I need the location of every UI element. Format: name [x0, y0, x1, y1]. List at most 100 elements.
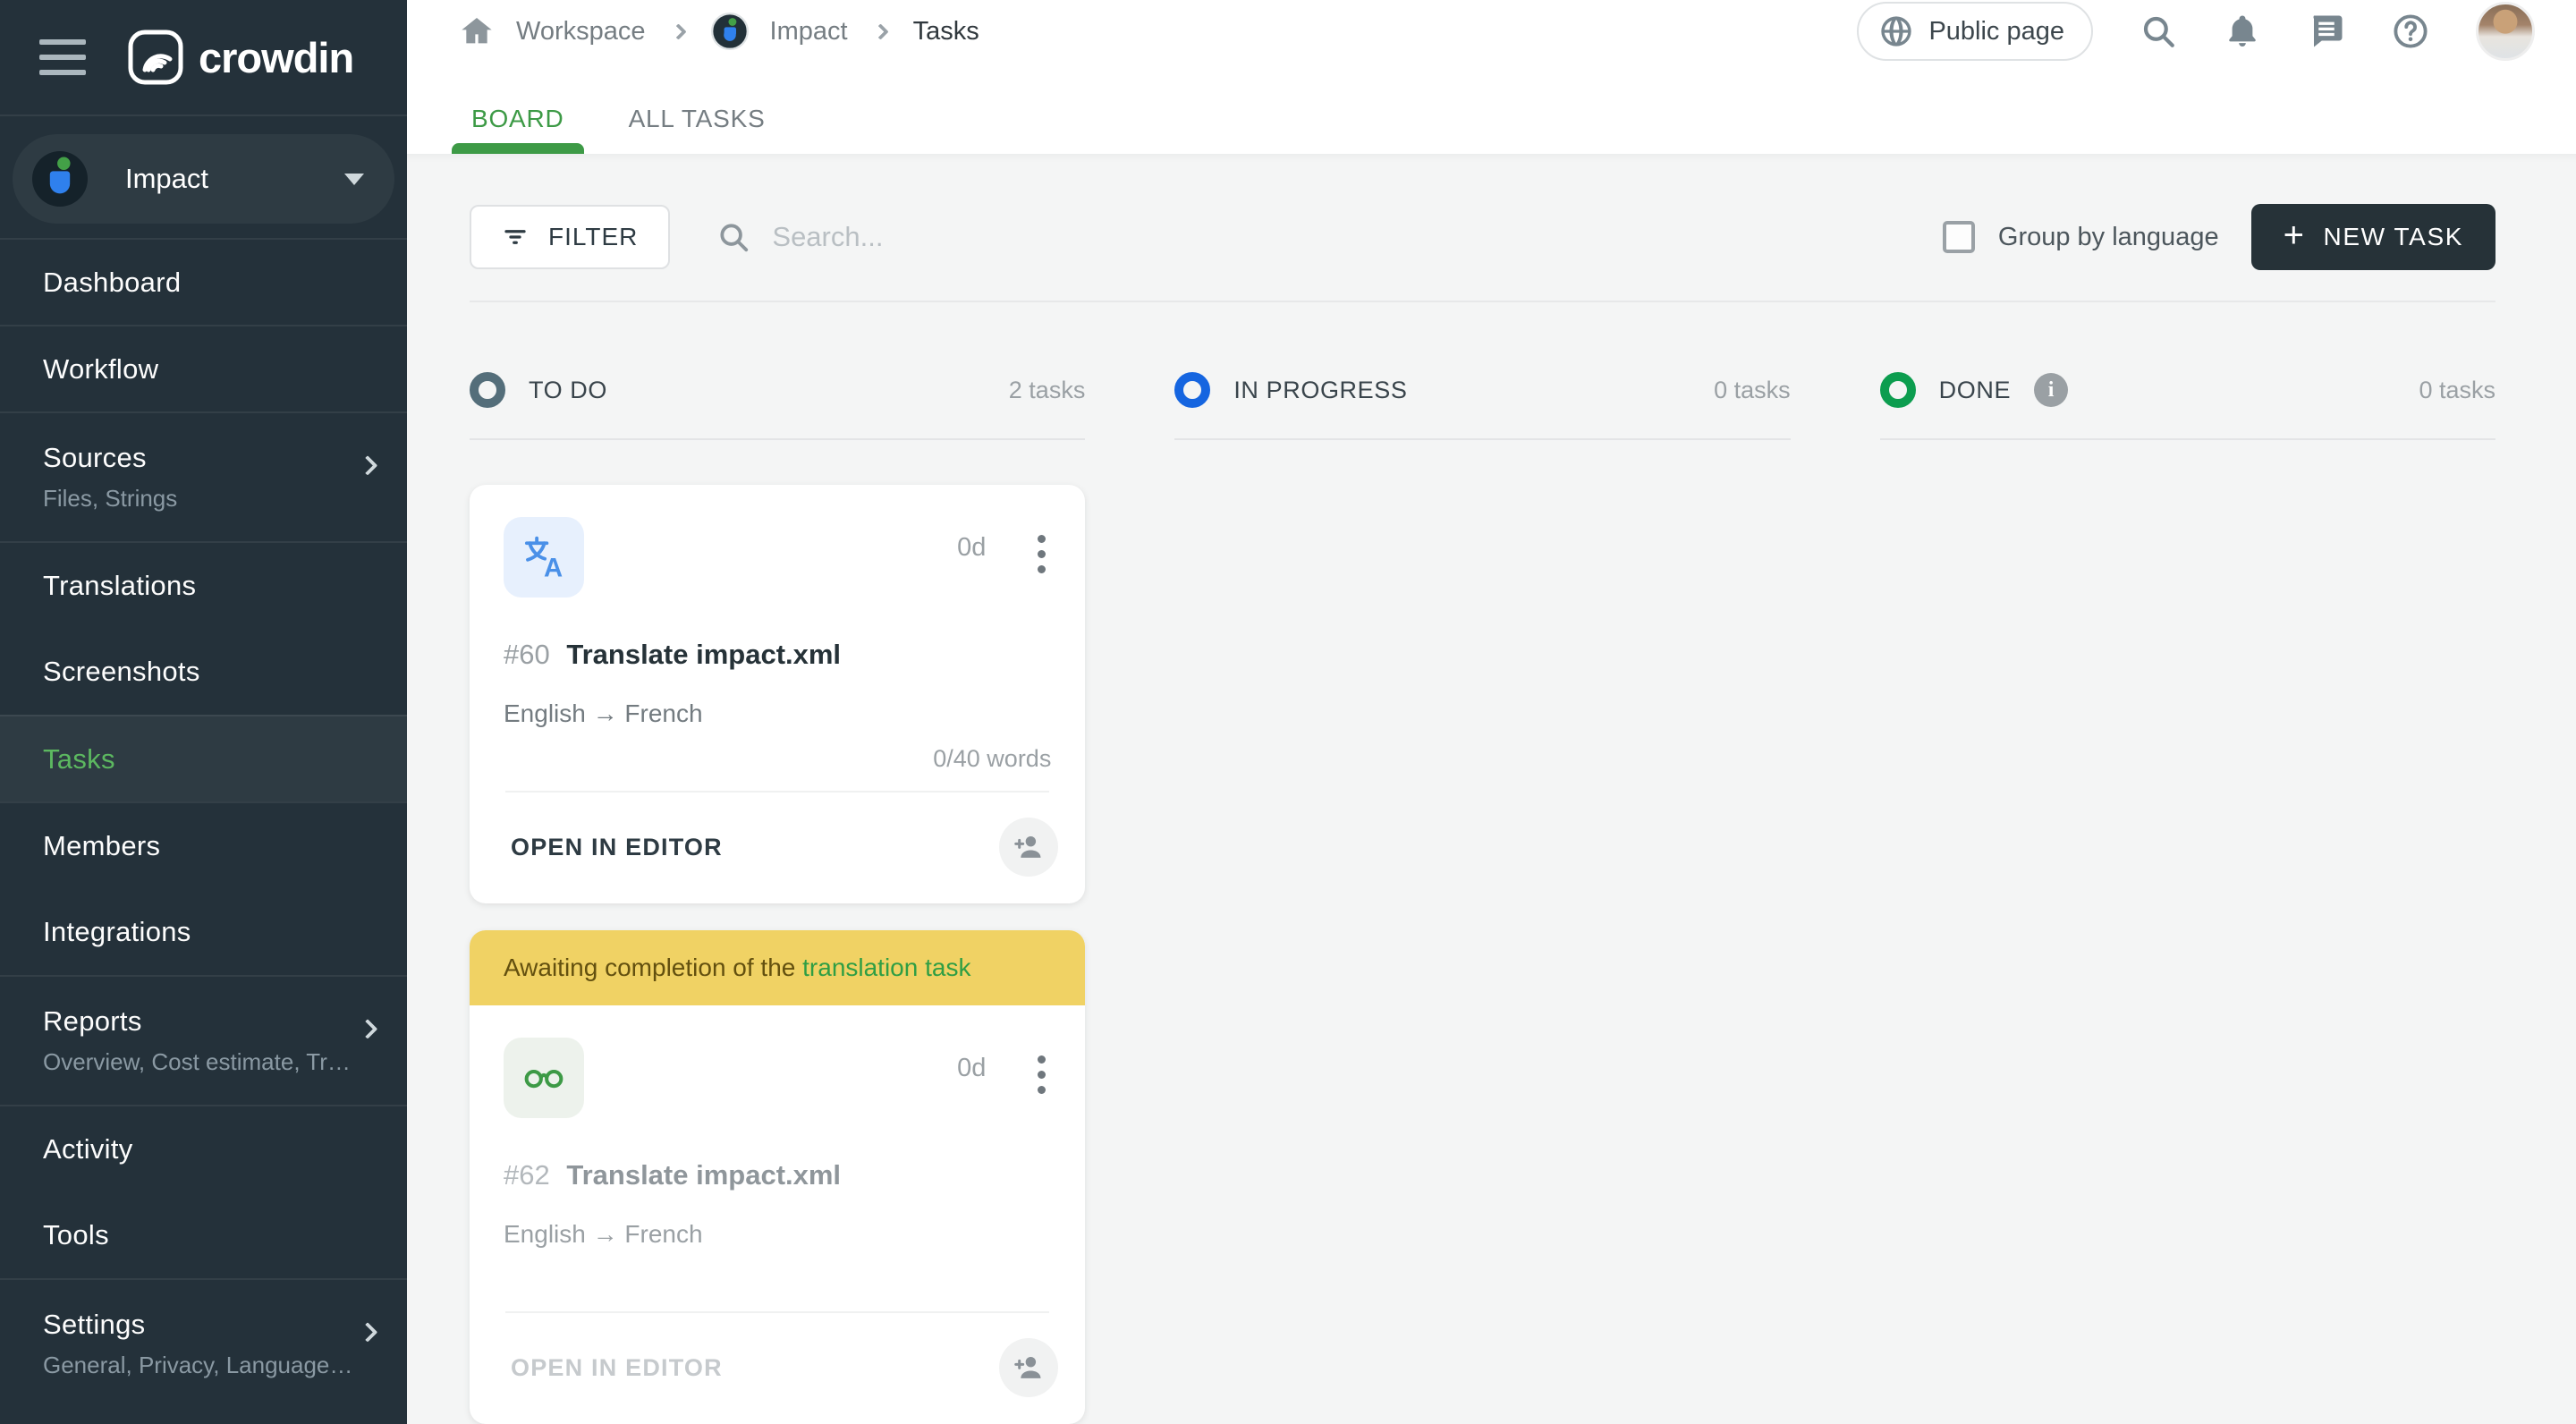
sidebar-item-activity[interactable]: Activity — [0, 1105, 407, 1191]
chevron-right-icon — [357, 1322, 378, 1343]
task-card-62[interactable]: Awaiting completion of the translation t… — [470, 930, 1086, 1424]
awaiting-banner: Awaiting completion of the translation t… — [470, 930, 1086, 1005]
column-todo-cards: A 0d #60 Translate impact.xml English → — [470, 485, 1086, 1424]
status-ring-icon — [1174, 372, 1211, 408]
svg-text:A: A — [544, 554, 563, 581]
sidebar-item-integrations[interactable]: Integrations — [0, 888, 407, 975]
task-id: #60 — [504, 639, 550, 670]
sidebar-item-members[interactable]: Members — [0, 801, 407, 888]
sidebar-item-reports[interactable]: Reports Overview, Cost estimate, Transl… — [0, 975, 407, 1105]
main-area: Workspace Impact Tasks Public page BOARD… — [407, 0, 2576, 1424]
card-menu-kebab-icon[interactable] — [1032, 530, 1051, 579]
due-badge: 0d — [957, 533, 987, 562]
column-in-progress: IN PROGRESS 0 tasks — [1174, 372, 1791, 1424]
breadcrumb-project-icon — [710, 13, 749, 50]
tab-all-tasks[interactable]: ALL TASKS — [629, 84, 766, 154]
sidebar-item-screenshots[interactable]: Screenshots — [0, 628, 407, 715]
sidebar-item-reports-subtitle: Overview, Cost estimate, Transl… — [43, 1048, 353, 1075]
chevron-right-icon — [871, 22, 889, 40]
toolbar: FILTER Group by language + NEW TASK — [470, 204, 2496, 270]
column-todo: TO DO 2 tasks A 0d #60 Translate impact.… — [470, 372, 1086, 1424]
column-title: DONE — [1938, 376, 2012, 403]
sidebar-item-settings[interactable]: Settings General, Privacy, Languages, Q… — [0, 1278, 407, 1408]
sidebar-item-tools[interactable]: Tools — [0, 1191, 407, 1278]
notifications-bell-icon[interactable] — [2224, 13, 2261, 50]
card-title: #60 Translate impact.xml — [504, 639, 1051, 671]
due-badge: 0d — [957, 1054, 987, 1082]
breadcrumb-workspace[interactable]: Workspace — [516, 17, 646, 47]
task-name: Translate impact.xml — [566, 1159, 842, 1191]
filter-label: FILTER — [548, 223, 639, 250]
chevron-right-icon — [357, 455, 378, 476]
tab-board[interactable]: BOARD — [452, 84, 584, 154]
search-icon[interactable] — [2140, 13, 2177, 50]
status-ring-icon — [470, 372, 505, 408]
group-by-language-toggle[interactable]: Group by language — [1942, 221, 2219, 253]
sidebar-item-sources[interactable]: Sources Files, Strings — [0, 411, 407, 541]
translation-task-link[interactable]: translation task — [802, 954, 970, 981]
column-count: 0 tasks — [2419, 376, 2496, 403]
group-by-language-checkbox[interactable] — [1942, 221, 1975, 253]
task-id: #62 — [504, 1159, 550, 1191]
search-box — [716, 220, 1943, 254]
toolbar-divider — [470, 301, 2496, 302]
top-bar: Workspace Impact Tasks Public page — [407, 0, 2576, 63]
public-page-button[interactable]: Public page — [1857, 2, 2093, 61]
card-menu-kebab-icon[interactable] — [1032, 1050, 1051, 1099]
assign-user-button[interactable] — [999, 1338, 1059, 1397]
language-pair: English → French — [504, 1220, 703, 1248]
assign-user-button[interactable] — [999, 818, 1059, 877]
help-icon[interactable] — [2392, 13, 2429, 50]
crowdin-logo[interactable]: crowdin — [127, 29, 354, 86]
sidebar-item-workflow[interactable]: Workflow — [0, 325, 407, 411]
kanban-board: TO DO 2 tasks A 0d #60 Translate impact.… — [470, 372, 2496, 1424]
column-count: 0 tasks — [1714, 376, 1791, 403]
awaiting-banner-text: Awaiting completion of the — [504, 954, 803, 981]
sidebar-item-dashboard[interactable]: Dashboard — [0, 238, 407, 325]
search-icon — [720, 224, 749, 252]
task-name: Translate impact.xml — [566, 639, 842, 670]
globe-icon — [1881, 16, 1912, 47]
search-input[interactable] — [772, 221, 1309, 253]
sidebar-item-sources-subtitle: Files, Strings — [43, 485, 178, 512]
column-done: DONE i 0 tasks — [1879, 372, 2496, 1424]
card-title: #62 Translate impact.xml — [504, 1159, 1051, 1191]
home-icon[interactable] — [459, 13, 495, 49]
breadcrumb-project[interactable]: Impact — [770, 17, 848, 47]
column-title: TO DO — [529, 376, 608, 403]
filter-button[interactable]: FILTER — [470, 205, 671, 269]
project-name: Impact — [125, 163, 209, 194]
filter-icon — [504, 230, 526, 244]
brand-name: crowdin — [199, 33, 354, 81]
sidebar-nav: Dashboard Workflow Sources Files, String… — [0, 238, 407, 1424]
chevron-down-icon — [344, 173, 364, 185]
new-task-button[interactable]: + NEW TASK — [2250, 204, 2496, 270]
user-avatar[interactable] — [2476, 2, 2535, 61]
column-title: IN PROGRESS — [1233, 376, 1408, 403]
tabs-bar: BOARD ALL TASKS — [407, 63, 2576, 154]
chevron-right-icon — [357, 1019, 378, 1039]
sidebar-top: crowdin — [0, 0, 407, 116]
chevron-right-icon — [669, 22, 687, 40]
sidebar-item-settings-subtitle: General, Privacy, Languages, Q… — [43, 1352, 353, 1378]
task-card-60[interactable]: A 0d #60 Translate impact.xml English → — [470, 485, 1086, 903]
project-logo-icon — [32, 151, 88, 207]
words-progress — [504, 1254, 1051, 1311]
status-ring-icon — [1879, 372, 1916, 408]
sidebar-item-tasks[interactable]: Tasks — [0, 715, 407, 801]
messages-icon[interactable] — [2308, 13, 2345, 50]
open-in-editor-button[interactable]: OPEN IN EDITOR — [504, 821, 730, 874]
topbar-actions: Public page — [1857, 2, 2535, 61]
breadcrumb: Workspace Impact Tasks — [459, 13, 979, 50]
words-progress: 0/40 words — [933, 745, 1052, 772]
info-icon[interactable]: i — [2034, 373, 2069, 407]
new-task-label: NEW TASK — [2323, 223, 2463, 250]
breadcrumb-current-page: Tasks — [912, 16, 979, 46]
hamburger-menu-icon[interactable] — [39, 39, 86, 75]
sidebar-item-translations[interactable]: Translations — [0, 541, 407, 628]
language-pair: English → French — [504, 699, 703, 727]
project-selector[interactable]: Impact — [13, 134, 394, 224]
sidebar: crowdin Impact Dashboard Workflow Source… — [0, 0, 407, 1424]
board-content: FILTER Group by language + NEW TASK — [407, 154, 2576, 1424]
column-done-header: DONE i 0 tasks — [1879, 372, 2496, 440]
